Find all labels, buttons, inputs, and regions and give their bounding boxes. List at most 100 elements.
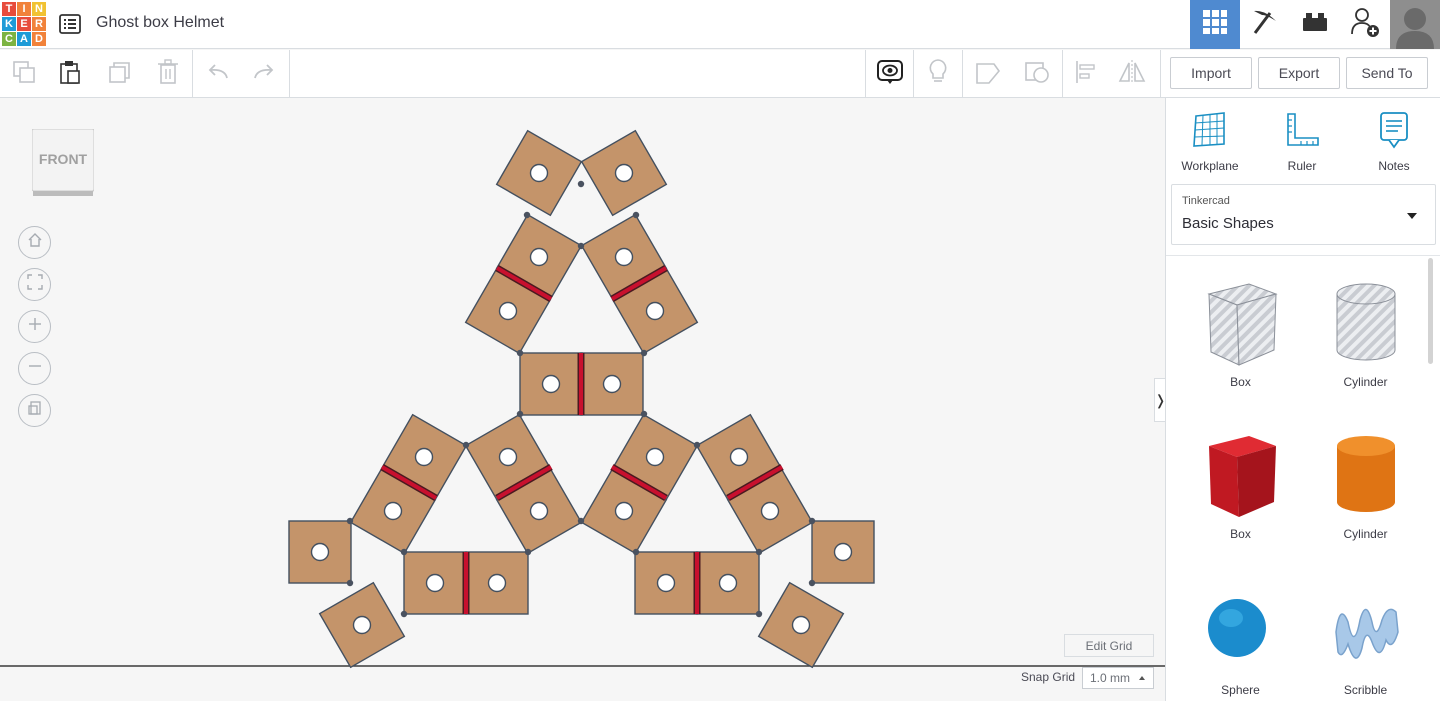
joint-dot[interactable] (400, 548, 408, 556)
library-name: Basic Shapes (1182, 215, 1274, 232)
joint-dot[interactable] (755, 548, 763, 556)
3d-design-tab[interactable] (1190, 0, 1240, 49)
joint-dot[interactable] (346, 579, 354, 587)
hole-circle[interactable] (383, 501, 403, 521)
joint-dot[interactable] (524, 548, 532, 556)
hole-circle[interactable] (541, 374, 561, 394)
paste-button[interactable] (46, 50, 94, 98)
hole-circle[interactable] (352, 615, 372, 635)
joint-dot[interactable] (640, 410, 648, 418)
align-button[interactable] (1062, 50, 1110, 98)
hint-button[interactable] (914, 50, 962, 98)
ruler-icon (1282, 113, 1322, 154)
hole-circle[interactable] (729, 447, 749, 467)
joint-dot[interactable] (808, 517, 816, 525)
shape-box-hole[interactable]: Box (1178, 280, 1303, 389)
group-button[interactable] (964, 50, 1012, 98)
user-avatar[interactable] (1390, 0, 1440, 49)
hole-circle[interactable] (498, 301, 518, 321)
shape-scribble[interactable]: Scribble (1303, 592, 1428, 697)
lightbulb-icon (927, 58, 949, 91)
hole-circle[interactable] (529, 163, 549, 183)
undo-button[interactable] (194, 50, 242, 98)
joint-dot[interactable] (577, 242, 585, 250)
joint-dot[interactable] (516, 410, 524, 418)
send-to-button[interactable]: Send To (1346, 57, 1428, 89)
notes-icon (1374, 112, 1414, 154)
ruler-tool[interactable]: Ruler (1262, 110, 1342, 173)
hole-circle[interactable] (529, 501, 549, 521)
hole-circle[interactable] (498, 447, 518, 467)
add-user-icon (1349, 6, 1381, 43)
design-title[interactable]: Ghost box Helmet (96, 14, 224, 32)
logo-letter: K (2, 17, 16, 31)
shape-cylinder-hole[interactable]: Cylinder (1303, 280, 1428, 389)
hole-circle[interactable] (602, 374, 622, 394)
copy-button[interactable] (0, 50, 48, 98)
shape-library-select[interactable]: Tinkercad Basic Shapes (1171, 184, 1436, 245)
snap-grid-select[interactable]: 1.0 mm (1082, 667, 1154, 689)
shapes-scrollbar[interactable] (1428, 258, 1433, 364)
joint-dot[interactable] (400, 610, 408, 618)
top-bar: T I N K E R C A D Ghost box Helmet (0, 0, 1440, 49)
joint-dot[interactable] (577, 180, 585, 188)
workplane-tool[interactable]: Workplane (1170, 110, 1250, 173)
hole-circle[interactable] (614, 501, 634, 521)
design-model[interactable] (0, 98, 1165, 701)
shape-sphere[interactable]: Sphere (1178, 592, 1303, 697)
joint-dot[interactable] (632, 548, 640, 556)
undo-icon (205, 62, 231, 87)
shape-cylinder[interactable]: Cylinder (1303, 432, 1428, 541)
joint-dot[interactable] (755, 610, 763, 618)
redo-button[interactable] (240, 50, 288, 98)
show-all-button[interactable] (866, 50, 914, 98)
workplane-canvas[interactable]: FRONT Edit Grid Snap Grid 1.0 mm ❭ (0, 98, 1166, 701)
export-button[interactable]: Export (1258, 57, 1340, 89)
cylinder-hole-icon (1326, 283, 1406, 374)
hole-circle[interactable] (487, 573, 507, 593)
brick-icon (1301, 11, 1329, 38)
toolbar-divider (289, 50, 290, 98)
joint-dot[interactable] (523, 211, 531, 219)
edit-grid-button[interactable]: Edit Grid (1064, 634, 1154, 657)
hole-circle[interactable] (791, 615, 811, 635)
joint-dot[interactable] (346, 517, 354, 525)
joint-dot[interactable] (693, 441, 701, 449)
workplane-icon (1190, 112, 1230, 154)
eye-bubble-icon (876, 58, 904, 91)
joint-dot[interactable] (632, 211, 640, 219)
joint-dot[interactable] (808, 579, 816, 587)
panel-divider (1166, 255, 1440, 256)
hole-circle[interactable] (414, 447, 434, 467)
notes-tool[interactable]: Notes (1354, 110, 1434, 173)
workplane-label: Workplane (1181, 159, 1239, 173)
tinkercad-logo[interactable]: T I N K E R C A D (2, 2, 46, 46)
hole-circle[interactable] (833, 542, 853, 562)
invite-user-button[interactable] (1340, 0, 1390, 49)
hole-circle[interactable] (614, 247, 634, 267)
hole-circle[interactable] (718, 573, 738, 593)
mirror-button[interactable] (1108, 50, 1156, 98)
pickaxe-tab[interactable] (1240, 0, 1290, 49)
delete-button[interactable] (144, 50, 192, 98)
hole-circle[interactable] (310, 542, 330, 562)
joint-dot[interactable] (640, 349, 648, 357)
hole-circle[interactable] (425, 573, 445, 593)
hole-circle[interactable] (645, 301, 665, 321)
joint-dot[interactable] (462, 441, 470, 449)
hole-circle[interactable] (614, 163, 634, 183)
bricks-tab[interactable] (1290, 0, 1340, 49)
duplicate-button[interactable] (96, 50, 144, 98)
hole-circle[interactable] (656, 573, 676, 593)
shape-box[interactable]: Box (1178, 432, 1303, 541)
ungroup-button[interactable] (1013, 50, 1061, 98)
logo-letter: T (2, 2, 16, 16)
hole-circle[interactable] (529, 247, 549, 267)
joint-dot[interactable] (577, 517, 585, 525)
hole-circle[interactable] (645, 447, 665, 467)
design-list-icon[interactable] (58, 12, 82, 36)
hole-circle[interactable] (760, 501, 780, 521)
joint-dot[interactable] (516, 349, 524, 357)
logo-letter: R (32, 17, 46, 31)
import-button[interactable]: Import (1170, 57, 1252, 89)
